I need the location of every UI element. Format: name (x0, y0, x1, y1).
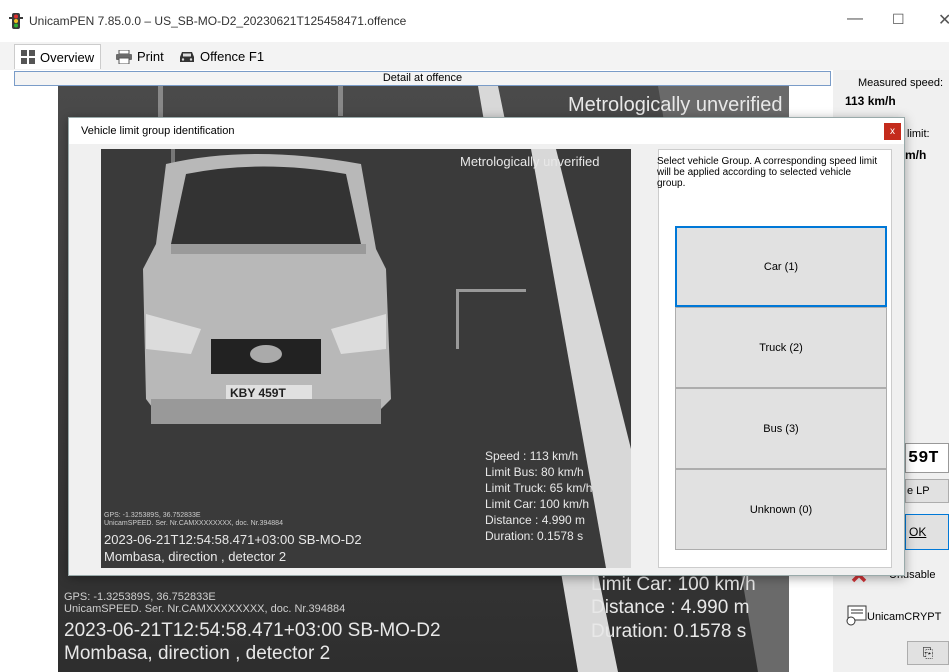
measured-speed-label: Measured speed: (858, 77, 943, 89)
tab-overview-label: Overview (40, 49, 95, 65)
dialog-limit-car-text: Limit Car: 100 km/h (485, 497, 590, 511)
dialog-instruction: Select vehicle Group. A corresponding sp… (657, 156, 878, 189)
dialog-limit-bus-text: Limit Bus: 80 km/h (485, 465, 584, 479)
dialog-title: Vehicle limit group identification (81, 125, 235, 137)
dialog-location-text: Mombasa, direction , detector 2 (104, 549, 287, 564)
change-lp-button[interactable]: e LP (905, 479, 949, 503)
dialog-speed-text: Speed : 113 km/h (485, 449, 579, 463)
measured-speed-value: 113 km/h (845, 94, 896, 108)
plate-field[interactable]: 59T (905, 443, 949, 473)
certificate-icon (846, 605, 867, 626)
car-group-label: Car (1) (763, 260, 799, 273)
dialog-close-button[interactable]: x (884, 123, 901, 140)
timestamp-text: 2023-06-21T12:54:58.471+03:00 SB-MO-D2 (64, 620, 441, 641)
change-lp-label: e LP (907, 485, 930, 497)
truck-group-label: Truck (2) (759, 341, 803, 354)
dialog-limit-truck-text: Limit Truck: 65 km/h (485, 481, 593, 495)
traffic-light-icon (9, 13, 23, 29)
title-bar: UnicamPEN 7.85.0.0 – US_SB-MO-D2_2023062… (0, 0, 949, 42)
tab-offence[interactable]: Offence F1 (173, 44, 270, 69)
dialog-unverified-watermark: Metrologically unverified (460, 154, 600, 169)
dialog-distance-text: Distance : 4.990 m (485, 513, 586, 527)
dialog-duration-text: Duration: 0.1578 s (485, 529, 584, 543)
window-title: UnicamPEN 7.85.0.0 – US_SB-MO-D2_2023062… (29, 14, 407, 28)
unverified-watermark: Metrologically unverified (568, 94, 783, 116)
limit-car-text: Limit Car: 100 km/h (591, 574, 756, 595)
gps-text: GPS: -1.325389S, 36.752833E (64, 591, 216, 603)
license-plate-text: KBY 459T (230, 386, 286, 400)
dialog-photo: KBY 459T Metrologically unverified Speed… (101, 149, 631, 568)
unicamcrypt-label[interactable]: UnicamCRYPT (867, 611, 941, 623)
bus-group-label: Bus (3) (763, 422, 799, 435)
ok-button[interactable]: OK (905, 514, 949, 550)
distance-text: Distance : 4.990 m (591, 597, 750, 618)
car-group-button[interactable]: Car (1) (675, 226, 887, 307)
grid-icon (21, 50, 35, 64)
dialog-timestamp-text: 2023-06-21T12:54:58.471+03:00 SB-MO-D2 (104, 532, 362, 547)
ok-label: OK (909, 525, 927, 539)
tab-offence-label: Offence F1 (200, 49, 265, 64)
bus-group-button[interactable]: Bus (3) (675, 388, 887, 469)
car-icon (180, 51, 194, 62)
speed-limit-label: limit: (907, 128, 930, 140)
dialog-gps-text: GPS: -1.325389S, 36.752833E (104, 512, 201, 519)
tab-overview[interactable]: Overview (14, 44, 102, 69)
dialog-titlebar: Vehicle limit group identification (69, 118, 904, 144)
plate-text: 59T (908, 449, 939, 468)
truck-group-button[interactable]: Truck (2) (675, 307, 887, 388)
tab-print[interactable]: Print (110, 44, 170, 69)
location-text: Mombasa, direction , detector 2 (64, 643, 331, 664)
close-window-button[interactable]: ✕ (938, 10, 949, 30)
info-button[interactable]: ⎘ (907, 641, 949, 665)
vehicle-group-dialog: Vehicle limit group identification x KBY… (68, 117, 905, 576)
unknown-group-button[interactable]: Unknown (0) (675, 469, 887, 550)
tab-print-label: Print (137, 49, 164, 64)
speed-limit-value: m/h (905, 148, 927, 162)
dialog-serial-text: UnicamSPEED. Ser. Nr.CAMXXXXXXXX, doc. N… (104, 520, 283, 527)
toolbar: Overview Print Offence F1 (0, 42, 949, 70)
duration-text: Duration: 0.1578 s (591, 621, 747, 642)
detail-header: Detail at offence (14, 71, 831, 86)
printer-icon (116, 49, 132, 64)
minimize-button[interactable]: — (847, 10, 863, 28)
serial-text: UnicamSPEED. Ser. Nr.CAMXXXXXXXX, doc. N… (64, 603, 346, 615)
info-icon: ⎘ (922, 645, 934, 660)
maximize-button[interactable]: ☐ (892, 11, 905, 28)
unknown-group-label: Unknown (0) (749, 503, 813, 516)
